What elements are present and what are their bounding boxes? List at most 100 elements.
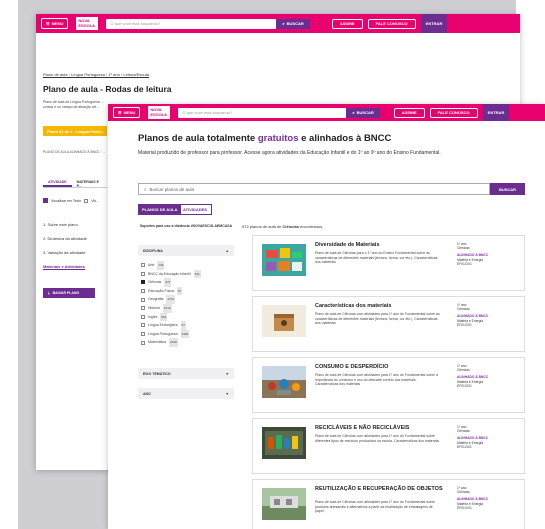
plan-card[interactable]: REUTILIZAÇÃO E RECUPERAÇÃO DE OBJETOS Pla… <box>252 479 525 529</box>
top-nav: ☰ MENU NOVA ESCOLA O que você está buscan… <box>108 104 545 121</box>
plans-search-input[interactable]: ⌕ Buscar planos de aula <box>138 183 490 195</box>
menu-button[interactable]: ☰ MENU <box>113 107 141 118</box>
page-title: Plano de aula - Rodas de leitura <box>43 84 172 94</box>
filter-option[interactable]: Língua Portuguesa 2409 <box>141 329 201 339</box>
plan-card[interactable]: Características dos materiais Plano de au… <box>252 296 525 352</box>
filter-disciplina[interactable]: DISCIPLINA ▲ <box>138 245 234 256</box>
support-label: Suportes para uso a distância #NOVAESCOL… <box>139 224 233 228</box>
filter-eixo[interactable]: EIXO TEMÁTICO ▼ <box>138 368 234 379</box>
assine-button[interactable]: ASSINE <box>331 18 363 29</box>
filter-option[interactable]: Inglês 563 <box>141 312 201 322</box>
filter-option[interactable]: Língua Estrangeira 67 <box>141 321 201 330</box>
search-button[interactable]: ⌕ BUSCAR <box>346 107 380 118</box>
filter-option-count: 1513 <box>162 303 172 313</box>
search-button[interactable]: ⌕ BUSCAR <box>276 18 310 29</box>
filter-option[interactable]: BNCC da Educação Infantil 431 <box>141 269 201 279</box>
hamburger-icon: ☰ <box>118 110 122 115</box>
hamburger-icon: ☰ <box>46 21 50 26</box>
checkbox-icon <box>141 306 145 311</box>
bncc-aligned-badge: ALINHADO À BNCC <box>457 436 489 441</box>
filter-option-label: Matemática <box>148 340 167 345</box>
plan-card[interactable]: Diversidade de Materiais Plano de aula de… <box>252 235 525 291</box>
checkbox-icon <box>84 198 89 203</box>
download-icon: ⤓ <box>48 291 50 295</box>
bncc-aligned-badge: ALINHADO À BNCC <box>457 314 489 319</box>
filter-ano[interactable]: ANO ▼ <box>138 388 234 399</box>
menu-button[interactable]: ☰ MENU <box>41 18 69 29</box>
step-item[interactable]: 3. Variação da atividade <box>43 246 87 260</box>
plan-card-meta: 1º ano Ciências ALINHADO À BNCC Matéria e E… <box>457 364 488 388</box>
plan-card[interactable]: CONSUMO E DESPERDÍCIO Plano de aula de Ci… <box>252 357 525 413</box>
filter-option[interactable]: Matemática 2448 <box>141 338 201 347</box>
code-label: EF01CI01 <box>457 383 472 388</box>
assine-button[interactable]: ASSINE <box>393 107 425 118</box>
breadcrumb[interactable]: Plano de aula › Língua Portuguesa › 1º a… <box>43 72 149 77</box>
filter-option-label: Educação Física <box>148 288 174 293</box>
plan-card-meta: 1º ano Ciências ALINHADO À BNCC Matéria e E… <box>457 486 488 510</box>
plan-card-description: Plano de aula de Ciências com atividades… <box>315 312 440 325</box>
filter-option-count: 563 <box>160 312 168 322</box>
site-logo[interactable]: NOVA ESCOLA <box>76 17 99 30</box>
plans-search-button[interactable]: BUSCAR <box>490 183 525 195</box>
chevron-down-icon: ▼ <box>225 391 229 396</box>
bncc-aligned-label: PLANO DE AULA ALINHADO À BNCC · ... <box>43 150 106 154</box>
checkbox-icon <box>141 271 145 276</box>
subject-label: Ciências <box>457 490 470 495</box>
plan-thumbnail <box>262 366 306 398</box>
tab-atividades[interactable]: ATIVIDADES <box>178 204 212 215</box>
filter-option[interactable]: Educação Física 97 <box>141 286 201 296</box>
plan-card-description: Plano de aula de Ciências com atividades… <box>315 373 438 386</box>
site-logo[interactable]: NOVA ESCOLA <box>148 106 171 119</box>
plan-card-title[interactable]: RECICLÁVEIS E NÃO RECICLÁVEIS <box>315 425 445 431</box>
plan-card-meta: 1º ano Ciências ALINHADO À BNCC Matéria e E… <box>457 242 488 266</box>
filter-option-count: 1761 <box>166 295 176 304</box>
plan-card-title[interactable]: Diversidade de Materiais <box>315 242 445 248</box>
filter-option-label: Inglês <box>148 314 158 319</box>
results-count: 972 planos de aula de Ciências encontrad… <box>242 224 323 229</box>
entrar-button[interactable]: ENTRAR <box>420 14 448 33</box>
view-toggle[interactable]: Visualizar em Texto Vis... <box>43 198 99 203</box>
plan-card-description: Plano de aula de Ciências para o 1º ano … <box>315 251 438 264</box>
filter-option[interactable]: História 1513 <box>141 303 201 313</box>
search-input[interactable]: O que você está buscando? <box>106 18 277 29</box>
checkbox-icon <box>141 332 145 337</box>
tab-planos-de-aula[interactable]: PLANOS DE AULA <box>138 204 182 215</box>
plan-banner[interactable]: Plano 01 de 1 · Língua Portu... <box>43 126 107 136</box>
plan-card[interactable]: RECICLÁVEIS E NÃO RECICLÁVEIS Plano de au… <box>252 418 525 474</box>
tab-atividade[interactable]: ATIVIDADE <box>43 178 72 187</box>
plan-card-title[interactable]: Características dos materiais <box>315 303 445 309</box>
search-icon: ⌕ <box>282 21 285 26</box>
top-nav: ☰ MENU NOVA ESCOLA O que você está buscan… <box>36 14 520 33</box>
checkbox-icon <box>141 340 145 345</box>
step-list: 1. Sobre este plano 2. Dinâmica da ativi… <box>43 218 87 274</box>
materials-link[interactable]: Materiais e Atividades <box>43 260 87 274</box>
subject-label: Ciências <box>457 429 470 434</box>
tabs: ATIVIDADE MATERIAIS E P... <box>43 178 107 188</box>
entrar-button[interactable]: ENTRAR <box>482 104 510 121</box>
plan-thumbnail <box>262 244 306 276</box>
fale-conosco-button[interactable]: FALE CONOSCO <box>367 18 416 29</box>
plan-card-title[interactable]: CONSUMO E DESPERDÍCIO <box>315 364 445 370</box>
filter-option-count: 109 <box>157 261 165 270</box>
step-item[interactable]: 1. Sobre este plano <box>43 218 87 232</box>
download-button[interactable]: ⤓ BAIXAR PLANO <box>43 288 95 298</box>
filter-option[interactable]: Geografia 1761 <box>141 295 201 304</box>
search-input[interactable]: O que você está buscando? <box>178 107 347 118</box>
tab-materiais[interactable]: MATERIAIS E P... <box>72 178 107 188</box>
plan-thumbnail <box>262 427 306 459</box>
screenshot-stage: ☰ MENU NOVA ESCOLA O que você está buscan… <box>0 0 545 529</box>
filter-option-label: Arte <box>148 263 155 267</box>
checkbox-icon <box>141 314 145 319</box>
plan-card-title[interactable]: REUTILIZAÇÃO E RECUPERAÇÃO DE OBJETOS <box>315 486 445 492</box>
step-item[interactable]: 2. Dinâmica da atividade <box>43 232 87 246</box>
filter-option[interactable]: Ciências 971 <box>141 278 201 287</box>
plan-description: Plano de aula de Língua Portuguesa ... c… <box>43 100 104 109</box>
code-label: EF01CI01 <box>457 505 472 510</box>
discipline-filter-list: Arte 109 BNCC da Educação Infantil 431 Ciênc… <box>141 261 201 347</box>
fale-conosco-button[interactable]: FALE CONOSCO <box>429 107 478 118</box>
chevron-up-icon: ▲ <box>225 248 229 253</box>
filter-option-label: Língua Portuguesa <box>148 331 178 336</box>
checkbox-icon <box>141 263 145 268</box>
subject-label: Ciências <box>457 368 470 373</box>
filter-option[interactable]: Arte 109 <box>141 261 201 270</box>
